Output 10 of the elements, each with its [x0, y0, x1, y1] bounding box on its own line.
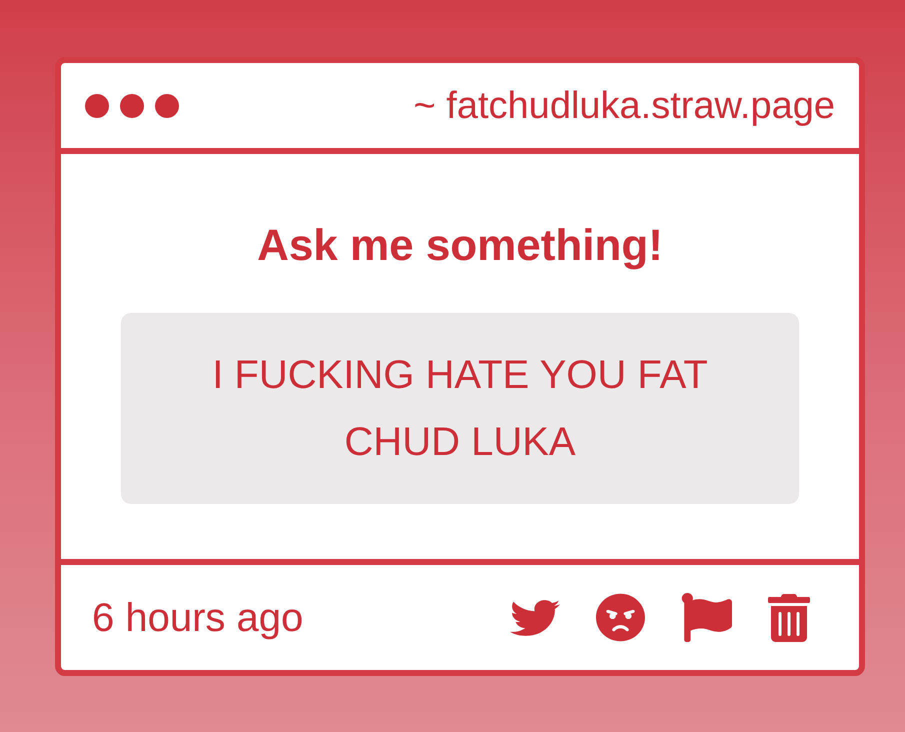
- angry-face-icon[interactable]: [596, 593, 645, 642]
- window-dot-icon: [155, 94, 179, 118]
- prompt-heading: Ask me something!: [257, 220, 663, 272]
- flag-icon[interactable]: [681, 593, 732, 642]
- page-address: ~ fatchudluka.straw.page: [414, 84, 835, 128]
- timestamp: 6 hours ago: [92, 594, 304, 642]
- trash-icon[interactable]: [768, 594, 810, 642]
- window-dot-icon: [120, 94, 144, 118]
- window-dot-icon: [85, 94, 109, 118]
- question-text: I FUCKING HATE YOU FAT CHUD LUKA: [211, 352, 709, 466]
